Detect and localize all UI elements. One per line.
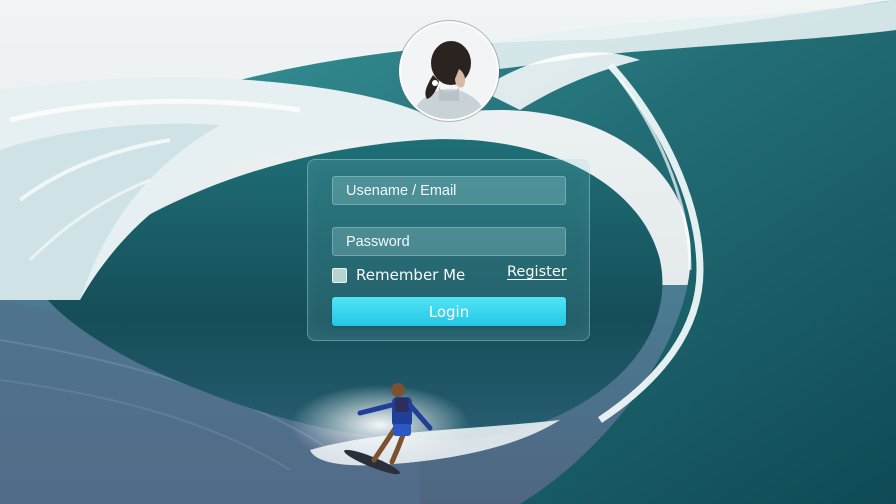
password-input[interactable] — [332, 227, 566, 256]
login-button[interactable]: Login — [332, 297, 566, 326]
register-link[interactable]: Register — [507, 264, 567, 280]
user-avatar-image — [401, 23, 497, 119]
username-email-input[interactable] — [332, 176, 566, 205]
login-panel: Remember Me Register Login — [307, 159, 590, 341]
remember-me-checkbox[interactable] — [332, 267, 347, 283]
user-avatar — [399, 21, 499, 121]
remember-me-label: Remember Me — [356, 266, 466, 284]
remember-me-toggle[interactable]: Remember Me — [332, 264, 465, 286]
login-screen: Remember Me Register Login — [0, 0, 896, 504]
